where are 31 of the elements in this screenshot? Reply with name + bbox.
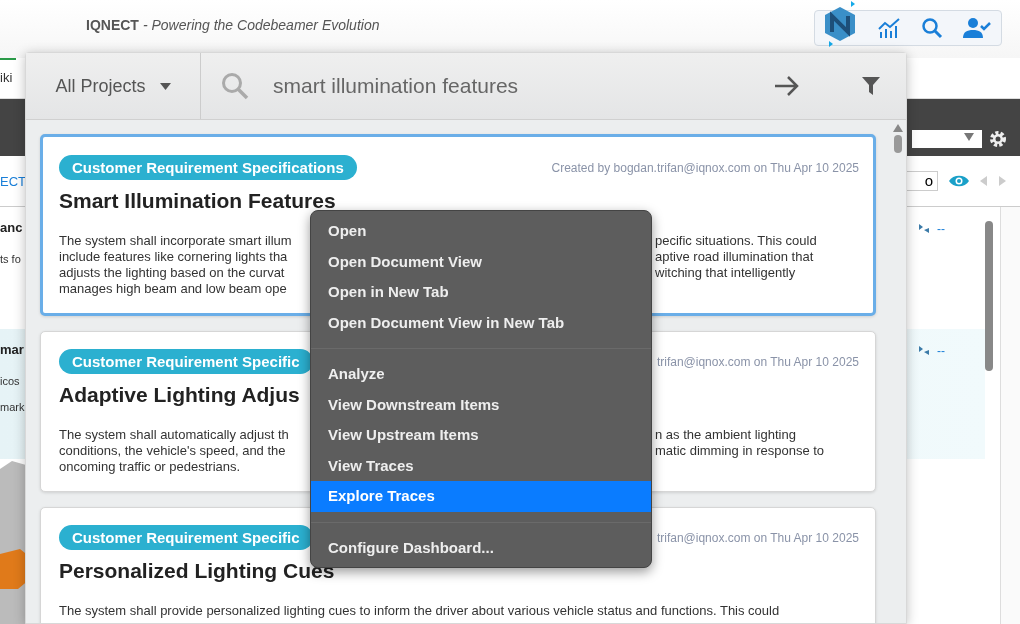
row-text: icos xyxy=(0,375,21,387)
result-title: Smart Illumination Features xyxy=(59,189,336,213)
description-text: include features like cornering lights tha xyxy=(59,249,289,265)
description-text: The system shall provide personalized lighting cues to inform the driver about various vehicle status and functions. This could xyxy=(59,603,780,619)
row-text: ts fo xyxy=(0,253,22,265)
type-badge: Customer Requirement Specifications xyxy=(59,155,357,180)
description-text: oncoming traffic or pedestrians. xyxy=(59,459,241,475)
description-text: manages high beam and low beam ope xyxy=(59,281,287,297)
result-title: Personalized Lighting Cues xyxy=(59,559,335,583)
created-by-text: trifan@iqnox.com on Thu Apr 10 2025 xyxy=(656,354,859,369)
description-text: The system shall incorporate smart illum xyxy=(59,233,293,249)
description-text: The system shall automatically adjust th xyxy=(59,427,290,443)
row-value: -- xyxy=(937,222,945,236)
description-text: adjusts the lighting based on the curvat xyxy=(59,265,286,281)
description-text: matic dimming in response to xyxy=(655,443,825,459)
row-heading: anc xyxy=(0,219,23,237)
type-badge: Customer Requirement Specific xyxy=(59,525,313,550)
row-value: -- xyxy=(937,344,945,358)
description-text: pecific situations. This could xyxy=(655,233,817,249)
description-text: n as the ambient lighting xyxy=(655,427,796,443)
description-text: conditions, the vehicle's speed, and the xyxy=(59,443,287,459)
row-heading: mar xyxy=(0,341,25,359)
created-by-text: trifan@iqnox.com on Thu Apr 10 2025 xyxy=(656,530,859,545)
result-title: Adaptive Lighting Adjus xyxy=(59,383,300,407)
row-text: mark xyxy=(0,401,25,413)
brand-name: IQNECT xyxy=(86,17,139,33)
description-text: witching that intelligently xyxy=(655,265,796,281)
brand-tagline: - Powering the Codebeamer Evolution xyxy=(142,17,380,33)
created-by-text: Created by bogdan.trifan@iqnox.com on Thu Apr 10 2025 xyxy=(551,160,859,175)
type-badge: Customer Requirement Specific xyxy=(59,349,313,374)
description-text: aptive road illumination that xyxy=(655,249,814,265)
